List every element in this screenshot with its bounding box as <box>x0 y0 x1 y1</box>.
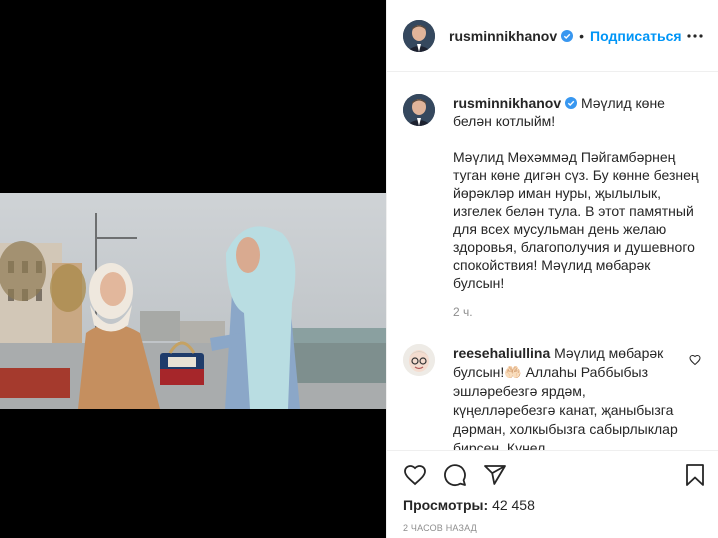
caption-time[interactable]: 2 ч. <box>453 305 703 319</box>
follow-button[interactable]: Подписаться <box>590 28 682 44</box>
caption-body: rusminnikhanov Мәүлид көне белән котлыйм… <box>453 94 703 292</box>
video-still-image <box>0 193 386 409</box>
post-caption: rusminnikhanov Мәүлид көне белән котлыйм… <box>403 94 703 319</box>
comment-body: reesehaliullina Мәүлид мөбарәк булсын!🤲🏻… <box>453 344 679 450</box>
caption-username[interactable]: rusminnikhanov <box>453 95 561 111</box>
verified-badge-icon <box>565 97 578 109</box>
author-avatar[interactable] <box>403 19 435 52</box>
verified-badge-icon <box>561 29 574 42</box>
more-options-icon[interactable] <box>685 26 705 46</box>
caption-author-avatar[interactable] <box>403 94 435 126</box>
separator-dot: • <box>579 27 585 44</box>
commenter-username[interactable]: reesehaliullina <box>453 345 550 361</box>
author-username[interactable]: rusminnikhanov <box>449 28 557 44</box>
like-icon[interactable] <box>403 463 427 487</box>
caption-text: Мәүлид көне белән котлыйм! Мәүлид Мөхәмм… <box>453 95 699 291</box>
views-number: 42 458 <box>492 497 535 513</box>
post-media[interactable] <box>0 0 386 538</box>
video-frame[interactable] <box>0 193 386 409</box>
heart-outline-icon[interactable] <box>689 354 701 366</box>
posted-time[interactable]: 2 ЧАСОВ НАЗАД <box>403 523 477 533</box>
post-actions: Просмотры: 42 458 2 ЧАСОВ НАЗАД <box>387 450 718 538</box>
post-details-panel: rusminnikhanov • Подписаться rusminnikha… <box>386 0 718 538</box>
comment-icon[interactable] <box>443 463 467 487</box>
save-icon[interactable] <box>683 463 707 487</box>
post-header: rusminnikhanov • Подписаться <box>387 0 718 72</box>
comment-item: reesehaliullina Мәүлид мөбарәк булсын!🤲🏻… <box>403 344 703 450</box>
commenter-avatar[interactable] <box>403 344 435 376</box>
views-label: Просмотры: <box>403 497 489 513</box>
share-icon[interactable] <box>483 463 507 487</box>
comments-section[interactable]: rusminnikhanov Мәүлид көне белән котлыйм… <box>387 72 718 450</box>
views-count[interactable]: Просмотры: 42 458 <box>403 497 535 513</box>
